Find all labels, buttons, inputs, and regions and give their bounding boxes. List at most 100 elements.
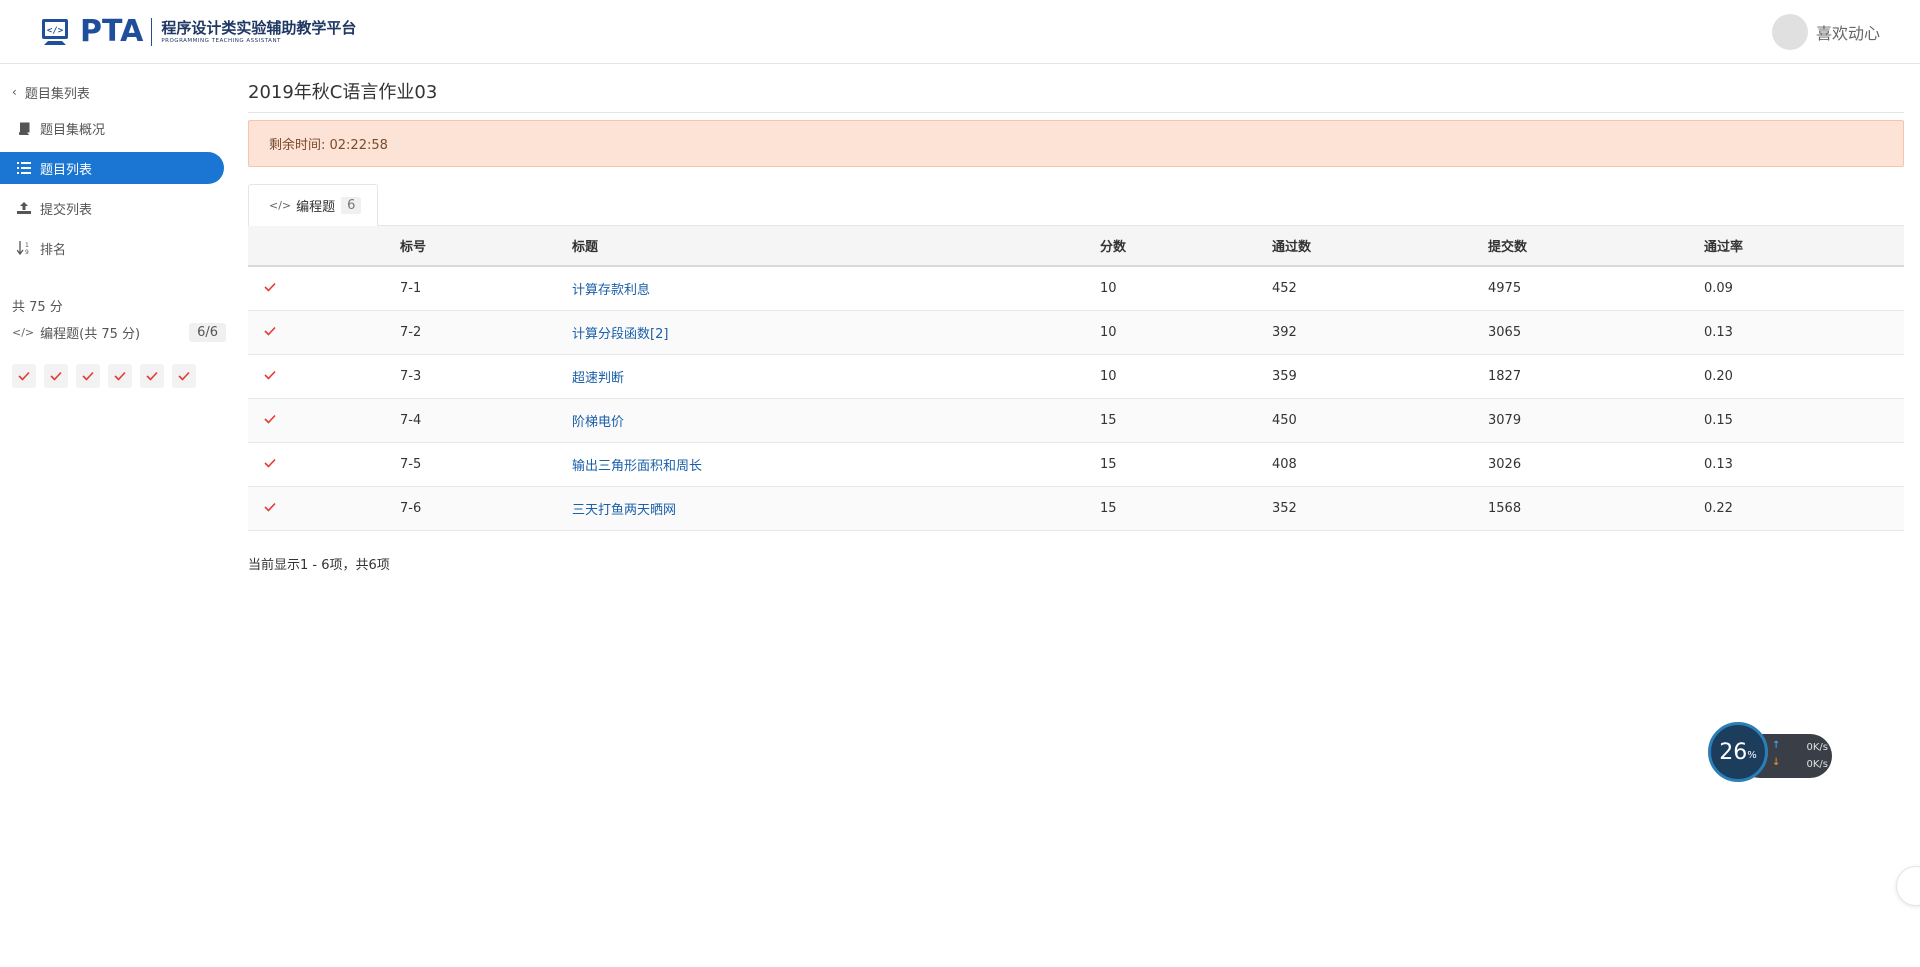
column-header-id: 标号	[400, 240, 427, 255]
check-icon	[178, 371, 190, 381]
problem-check-4[interactable]	[108, 364, 132, 388]
logo-en-title: PROGRAMMING TEACHING ASSISTANT	[161, 38, 281, 44]
problem-score: 15	[1100, 456, 1117, 472]
problem-submitted: 3026	[1488, 456, 1522, 472]
problem-check-3[interactable]	[76, 364, 100, 388]
problem-check-6[interactable]	[172, 364, 196, 388]
problem-id: 7-6	[400, 500, 422, 516]
username[interactable]: 喜欢动心	[1816, 20, 1880, 44]
check-icon	[264, 282, 276, 292]
list-icon	[16, 160, 32, 176]
problem-table: 标号 标题 分数 通过数 提交数 通过率 7-1 计算存款利息 10 452 4…	[248, 226, 1904, 531]
check-icon	[114, 371, 126, 381]
total-score: 共 75 分	[12, 300, 63, 315]
problem-score: 15	[1100, 412, 1117, 428]
sidebar: ‹ 题目集列表 题目集概况 题目列表 提交列表 19 排名 共 75 分 </>…	[0, 64, 232, 967]
avatar[interactable]	[1771, 14, 1808, 50]
sidebar-item-label: 提交列表	[40, 202, 93, 218]
problem-status-checks	[12, 364, 196, 388]
sidebar-item-label: 题目集概况	[40, 122, 106, 138]
category-progress[interactable]: </> 编程题(共 75 分) 6/6	[12, 320, 226, 344]
title-divider	[248, 112, 1904, 113]
book-icon	[16, 120, 32, 136]
problem-score: 10	[1100, 368, 1117, 384]
sidebar-item-problem-list[interactable]: 题目列表	[0, 152, 224, 184]
problem-passed: 450	[1272, 412, 1297, 428]
check-icon	[264, 414, 276, 424]
table-row[interactable]: 7-2 计算分段函数[2] 10 392 3065 0.13	[248, 310, 1904, 354]
check-icon	[50, 371, 62, 381]
problem-title-link[interactable]: 超速判断	[572, 371, 624, 386]
table-row[interactable]: 7-3 超速判断 10 359 1827 0.20	[248, 354, 1904, 398]
table-row[interactable]: 7-4 阶梯电价 15 450 3079 0.15	[248, 398, 1904, 442]
problem-passed: 352	[1272, 500, 1297, 516]
sidebar-item-overview[interactable]: 题目集概况	[0, 112, 224, 144]
sidebar-item-label: 排名	[40, 242, 67, 258]
code-icon: </>	[269, 199, 292, 212]
check-icon	[264, 326, 276, 336]
check-icon	[82, 371, 94, 381]
column-header-passed: 通过数	[1272, 240, 1312, 255]
problem-passed: 359	[1272, 368, 1297, 384]
logo-subtitle: 程序设计类实验辅助教学平台 PROGRAMMING TEACHING ASSIS…	[161, 19, 356, 45]
problem-pass-rate: 0.09	[1704, 280, 1733, 296]
problem-pass-rate: 0.15	[1704, 412, 1733, 428]
back-to-problem-sets-link[interactable]: ‹ 题目集列表	[12, 80, 90, 104]
page-title: 2019年秋C语言作业03	[248, 82, 438, 103]
svg-text:1: 1	[25, 242, 29, 249]
column-header-pass-rate: 通过率	[1704, 240, 1744, 255]
problem-submitted: 1568	[1488, 500, 1522, 516]
network-speed-widget[interactable]: 26% ↑ 0K/s ↓ 0K/s	[1708, 722, 1832, 782]
problem-title-cell: 计算存款利息	[572, 266, 1100, 310]
logo-divider	[151, 18, 153, 46]
upload-icon	[16, 200, 32, 216]
logo-text: PTA	[80, 14, 144, 49]
problem-pass-rate: 0.20	[1704, 368, 1733, 384]
problem-title-cell: 阶梯电价	[572, 398, 1100, 442]
table-row[interactable]: 7-1 计算存款利息 10 452 4975 0.09	[248, 266, 1904, 310]
status-cell	[248, 266, 400, 310]
problem-pass-rate: 0.13	[1704, 324, 1733, 340]
problem-check-5[interactable]	[140, 364, 164, 388]
user-menu[interactable]: 喜欢动心	[1771, 14, 1880, 50]
status-cell	[248, 442, 400, 486]
download-rate: 0K/s	[1806, 759, 1829, 770]
table-row[interactable]: 7-6 三天打鱼两天晒网 15 352 1568 0.22	[248, 486, 1904, 530]
status-cell	[248, 398, 400, 442]
problem-id: 7-5	[400, 456, 422, 472]
cpu-usage-circle: 26%	[1708, 722, 1768, 782]
sidebar-item-submissions[interactable]: 提交列表	[0, 192, 224, 224]
top-header: </> PTA 程序设计类实验辅助教学平台 PROGRAMMING TEACHI…	[0, 0, 1920, 64]
problem-title-link[interactable]: 三天打鱼两天晒网	[572, 503, 676, 518]
check-icon	[18, 371, 30, 381]
sidebar-item-ranking[interactable]: 19 排名	[0, 232, 224, 264]
problem-check-2[interactable]	[44, 364, 68, 388]
problem-score: 15	[1100, 500, 1117, 516]
status-cell	[248, 310, 400, 354]
column-header-submitted: 提交数	[1488, 240, 1528, 255]
pta-logo[interactable]: </> PTA 程序设计类实验辅助教学平台 PROGRAMMING TEACHI…	[40, 14, 356, 50]
problem-id: 7-3	[400, 368, 422, 384]
logo-cn-title: 程序设计类实验辅助教学平台	[161, 19, 357, 37]
check-icon	[146, 371, 158, 381]
upload-rate: 0K/s	[1806, 742, 1829, 753]
feedback-button[interactable]	[1896, 866, 1920, 906]
code-monitor-icon: </>	[40, 17, 76, 47]
tab-bar: </> 编程题 6	[248, 184, 1904, 227]
problem-title-link[interactable]: 输出三角形面积和周长	[572, 459, 702, 474]
problem-check-1[interactable]	[12, 364, 36, 388]
tab-programming[interactable]: </> 编程题 6	[248, 184, 379, 227]
table-row[interactable]: 7-5 输出三角形面积和周长 15 408 3026 0.13	[248, 442, 1904, 486]
usage-unit: %	[1747, 749, 1757, 761]
problem-passed: 408	[1272, 456, 1297, 472]
usage-percent: 26	[1719, 739, 1748, 765]
problem-title-link[interactable]: 计算分段函数[2]	[572, 327, 668, 342]
problem-passed: 452	[1272, 280, 1297, 296]
problem-title-link[interactable]: 阶梯电价	[572, 415, 624, 430]
problem-title-link[interactable]: 计算存款利息	[572, 283, 650, 298]
problem-id: 7-4	[400, 412, 422, 428]
problem-passed: 392	[1272, 324, 1297, 340]
problem-title-cell: 输出三角形面积和周长	[572, 442, 1100, 486]
category-label: 编程题(共 75 分)	[40, 326, 141, 342]
problem-score: 10	[1100, 280, 1117, 296]
